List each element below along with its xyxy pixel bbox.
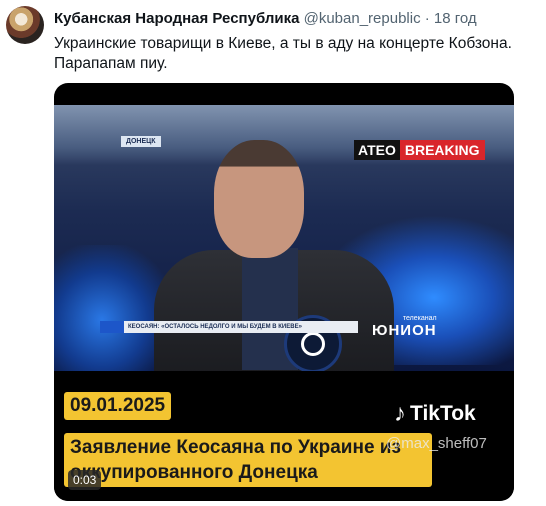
- channel-small: телеканал: [402, 315, 437, 322]
- avatar[interactable]: [6, 6, 44, 44]
- channel-name: ЮНИОН: [372, 322, 437, 339]
- microphone-icon: [301, 332, 325, 356]
- tweet-header: Кубанская Народная Республика @kuban_rep…: [54, 10, 477, 27]
- video-player[interactable]: ДОНЕЦК ATEO BREAKING КЕОСАЯН: «ОСТАЛОСЬ …: [54, 83, 514, 501]
- tiktok-watermark: ♪ TikTok: [394, 400, 476, 428]
- tweet[interactable]: Кубанская Народная Республика @kuban_rep…: [0, 0, 546, 506]
- separator: ·: [424, 10, 430, 27]
- breaking-banner: ATEO BREAKING: [354, 140, 485, 160]
- tweet-text-line: Украинские товарищи в Киеве, а ты в аду …: [54, 35, 512, 52]
- tiktok-handle: @max_sheff07: [386, 435, 487, 452]
- speaker-head: [214, 140, 304, 258]
- lower-third: КЕОСАЯН: «ОСТАЛОСЬ НЕДОЛГО И МЫ БУДЕМ В …: [100, 321, 358, 333]
- channel-logo: телеканал ЮНИОН: [372, 315, 437, 340]
- caption-label: Заявление Кеосаяна по Украине из оккупир…: [64, 433, 432, 487]
- timestamp[interactable]: 18 год: [434, 10, 477, 27]
- breaking-label: BREAKING: [399, 140, 485, 160]
- tweet-text-line: Парапапам пиу.: [54, 55, 168, 72]
- breaking-source: ATEO: [354, 140, 400, 160]
- author-handle[interactable]: @kuban_republic: [304, 10, 421, 27]
- tiktok-label: TikTok: [410, 402, 476, 425]
- location-badge: ДОНЕЦК: [121, 136, 161, 147]
- date-label: 09.01.2025: [64, 392, 172, 420]
- tweet-text: Украинские товарищи в Киеве, а ты в аду …: [54, 34, 534, 74]
- video-timestamp: 0:03: [68, 470, 102, 490]
- music-note-icon: ♪: [394, 400, 406, 427]
- speaker: [154, 130, 394, 380]
- author-name[interactable]: Кубанская Народная Республика: [54, 10, 299, 27]
